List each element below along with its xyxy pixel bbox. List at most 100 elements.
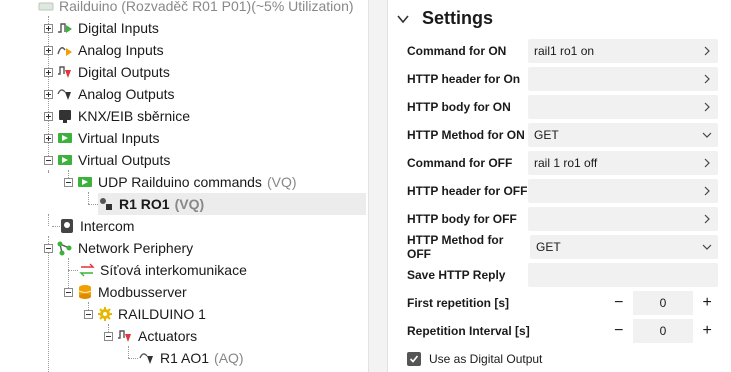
panel-splitter[interactable]	[368, 0, 388, 372]
tree-root[interactable]: Railduino (Rozvaděč R01 P01)(~5% Utiliza…	[38, 0, 354, 17]
expand-icon[interactable]	[44, 89, 53, 99]
analog-input-icon	[57, 42, 73, 58]
output-point-icon	[98, 196, 114, 212]
tree-item-label: Síťová interkomunikace	[100, 262, 247, 278]
chevron-right-icon	[704, 46, 710, 56]
tree-item-actuators[interactable]: Actuators	[104, 325, 197, 347]
tree-item-virtual-inputs[interactable]: Virtual Inputs	[44, 127, 159, 149]
tree-item-r1-ro1[interactable]: R1 RO1 (VQ)	[98, 193, 366, 215]
expand-icon[interactable]	[44, 45, 53, 55]
device-icon	[38, 0, 54, 14]
repetition-interval-stepper: − 0 +	[607, 319, 719, 343]
digital-output-icon	[117, 328, 133, 344]
field-value: rail 1 ro1 off	[534, 156, 598, 170]
tree-panel: Railduino (Rozvaděč R01 P01)(~5% Utiliza…	[0, 0, 368, 372]
http-method-off-select[interactable]: GET	[530, 235, 718, 259]
command-on-field[interactable]: rail1 ro1 on	[528, 39, 718, 63]
tree-root-label: Railduino (Rozvaděč R01 P01)(~5% Utiliza…	[59, 0, 354, 14]
gear-icon	[97, 306, 113, 322]
setting-row: First repetition [s] − 0 +	[407, 291, 719, 315]
tree-item-label: KNX/EIB sběrnice	[78, 108, 191, 124]
chevron-right-icon	[704, 102, 710, 112]
setting-row: Repetition Interval [s] − 0 +	[407, 319, 719, 343]
tree-item-modbusserver[interactable]: Modbusserver	[64, 281, 187, 303]
expand-icon[interactable]	[44, 111, 53, 121]
field-value: rail1 ro1 on	[534, 44, 595, 58]
chevron-down-icon	[397, 14, 409, 23]
tree-item-label: Analog Outputs	[78, 86, 175, 102]
tree-item-railduino-1[interactable]: RAILDUINO 1	[84, 303, 206, 325]
tree-item-label: R1 RO1	[119, 196, 170, 212]
expand-icon[interactable]	[44, 67, 53, 77]
checkbox-checked-icon[interactable]	[407, 352, 421, 366]
setting-label: HTTP header for On	[407, 72, 521, 86]
tree-item-digital-inputs[interactable]: Digital Inputs	[44, 17, 159, 39]
virtual-output-icon	[77, 174, 93, 190]
decrement-button[interactable]: −	[607, 291, 631, 315]
decrement-button[interactable]: −	[607, 319, 631, 343]
tree-item-label: Digital Inputs	[78, 20, 159, 36]
http-body-off-field[interactable]	[528, 207, 718, 231]
setting-row: Command for ON rail1 ro1 on	[407, 39, 719, 63]
setting-label: HTTP header for OFF	[407, 184, 528, 198]
setting-label: HTTP Method for ON	[407, 128, 525, 142]
tree-item-sitova-interkomunikace[interactable]: Síťová interkomunikace	[79, 259, 247, 281]
setting-row: HTTP Method for ON GET	[407, 123, 719, 147]
setting-label: Repetition Interval [s]	[407, 324, 530, 338]
tree-item-label: Digital Outputs	[78, 64, 170, 80]
stepper-value[interactable]: 0	[632, 291, 694, 315]
setting-row: Command for OFF rail 1 ro1 off	[407, 151, 719, 175]
tree-item-label: Analog Inputs	[78, 42, 164, 58]
tree-item-r1-ao1[interactable]: R1 AO1 (AQ)	[139, 347, 244, 369]
increment-button[interactable]: +	[695, 319, 719, 343]
settings-header[interactable]: Settings	[396, 8, 493, 29]
http-header-off-field[interactable]	[528, 179, 718, 203]
tree-item-label: RAILDUINO 1	[118, 306, 206, 322]
tree-item-network-periphery[interactable]: Network Periphery	[44, 237, 193, 259]
stepper-value[interactable]: 0	[632, 319, 694, 343]
chevron-down-icon	[702, 132, 712, 138]
tree-connector	[68, 270, 78, 271]
http-method-on-select[interactable]: GET	[528, 123, 718, 147]
digital-input-icon	[57, 20, 73, 36]
tree-item-knx[interactable]: KNX/EIB sběrnice	[44, 105, 190, 127]
collapse-icon[interactable]	[84, 309, 93, 319]
network-icon	[57, 240, 73, 256]
tree-item-label: Virtual Outputs	[78, 152, 171, 168]
tree-item-digital-outputs[interactable]: Digital Outputs	[44, 61, 170, 83]
tree-connector	[128, 346, 129, 358]
setting-label: Command for OFF	[407, 156, 513, 170]
setting-row: HTTP body for OFF	[407, 207, 719, 231]
increment-button[interactable]: +	[695, 291, 719, 315]
collapse-icon[interactable]	[104, 331, 113, 341]
tree-item-analog-inputs[interactable]: Analog Inputs	[44, 39, 164, 61]
knx-icon	[57, 108, 73, 124]
tree-item-intercom[interactable]: Intercom	[59, 215, 134, 237]
settings-title: Settings	[422, 8, 494, 28]
command-off-field[interactable]: rail 1 ro1 off	[528, 151, 718, 175]
checkbox-label: Use as Digital Output	[429, 352, 543, 366]
interconnect-icon	[79, 262, 95, 278]
tree-item-label: Virtual Inputs	[78, 130, 160, 146]
setting-row: HTTP body for ON	[407, 95, 719, 119]
expand-icon[interactable]	[44, 23, 53, 33]
http-header-on-field[interactable]	[528, 67, 718, 91]
settings-panel: Settings Command for ON rail1 ro1 on HTT…	[388, 0, 731, 372]
chevron-right-icon	[704, 158, 710, 168]
tree-item-udp-railduino-commands[interactable]: UDP Railduino commands (VQ)	[64, 171, 297, 193]
tree-item-label: UDP Railduino commands	[98, 174, 262, 190]
save-http-reply-field[interactable]	[528, 263, 718, 287]
collapse-icon[interactable]	[44, 243, 53, 253]
tree-item-virtual-outputs[interactable]: Virtual Outputs	[44, 149, 170, 171]
tree-item-analog-outputs[interactable]: Analog Outputs	[44, 83, 175, 105]
expand-icon[interactable]	[44, 133, 53, 143]
digital-output-icon	[57, 64, 73, 80]
collapse-icon[interactable]	[44, 155, 53, 165]
chevron-right-icon	[704, 74, 710, 84]
collapse-icon[interactable]	[64, 177, 73, 187]
setting-label: HTTP body for OFF	[407, 212, 517, 226]
collapse-icon[interactable]	[64, 287, 73, 297]
http-body-on-field[interactable]	[528, 95, 718, 119]
intercom-icon	[59, 218, 75, 234]
use-as-digital-output-row[interactable]: Use as Digital Output	[407, 347, 719, 371]
